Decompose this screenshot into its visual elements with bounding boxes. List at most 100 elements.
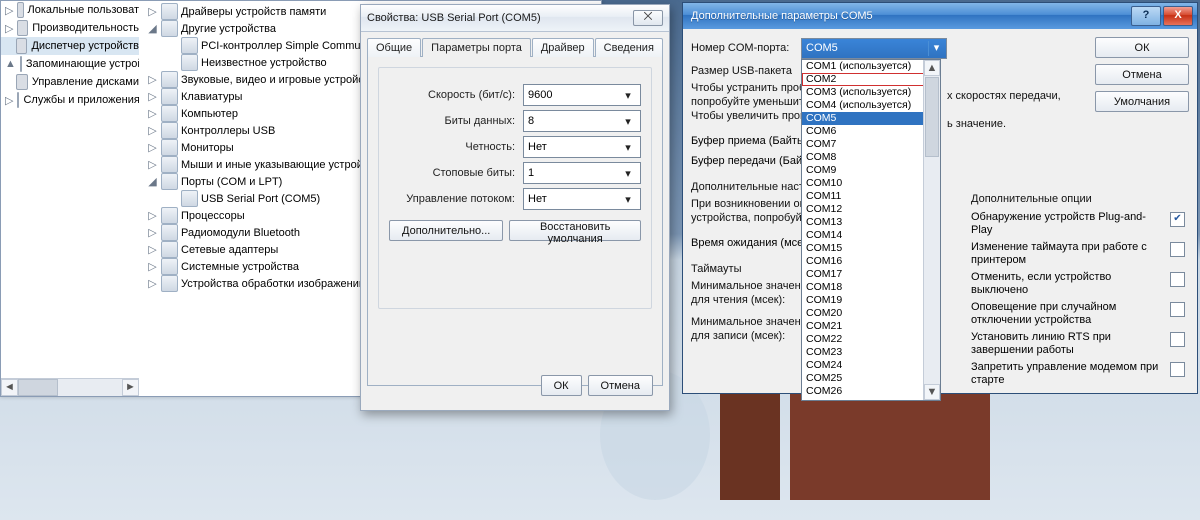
defaults-button[interactable]: Умолчания [1095,91,1189,112]
baud-combo[interactable]: 9600▾ [523,84,641,106]
scope-item[interactable]: Управление дисками [1,73,139,91]
com-option[interactable]: COM8 [802,151,940,164]
expand-icon[interactable]: ▷ [147,158,158,171]
com-option[interactable]: COM10 [802,177,940,190]
baud-label: Скорость (бит/с): [389,89,515,101]
scroll-left-icon[interactable]: ◄ [1,379,18,396]
device-icon [161,105,178,122]
com-port-dropdown[interactable]: COM1 (используется)COM2COM3 (используетс… [801,59,941,401]
com-option[interactable]: COM14 [802,229,940,242]
tree-label: Процессоры [181,210,245,222]
scope-item[interactable]: ▲Запоминающие устройс [1,55,139,73]
com-option[interactable]: COM9 [802,164,940,177]
scope-item[interactable]: Диспетчер устройств [1,37,139,55]
checkbox[interactable]: ✔ [1170,212,1185,227]
com-option[interactable]: COM4 (используется) [802,99,940,112]
cancel-button[interactable]: Отмена [588,375,653,396]
com-option[interactable]: COM19 [802,294,940,307]
expand-icon[interactable]: ▷ [147,141,158,154]
option-label: Запретить управление модемом при старте [971,361,1164,387]
scope-item[interactable]: ▷Службы и приложения [1,91,139,109]
ok-button[interactable]: ОК [541,375,582,396]
checkbox[interactable] [1170,362,1185,377]
expand-icon[interactable]: ▷ [147,5,158,18]
com-option[interactable]: COM23 [802,346,940,359]
expand-icon[interactable]: ▷ [147,124,158,137]
com-option[interactable]: COM3 (используется) [802,86,940,99]
checkbox[interactable] [1170,242,1185,257]
com-port-combo[interactable]: COM5▾ [801,38,947,59]
scroll-thumb[interactable] [925,77,939,157]
databits-combo[interactable]: 8▾ [523,110,641,132]
expand-icon[interactable]: ▷ [147,209,158,222]
extra-options-group: Дополнительные опции Обнаружение устройс… [971,193,1185,391]
scroll-right-icon[interactable]: ► [122,379,139,396]
cancel-button[interactable]: Отмена [1095,64,1189,85]
com-option[interactable]: COM24 [802,359,940,372]
tab-1[interactable]: Параметры порта [422,38,531,57]
com-option[interactable]: COM5 [802,112,940,125]
dropdown-scrollbar[interactable]: ▲ ▼ [923,60,940,400]
ok-button[interactable]: ОК [1095,37,1189,58]
com-option[interactable]: COM12 [802,203,940,216]
expand-icon[interactable]: ◢ [147,175,158,188]
restore-defaults-button[interactable]: Восстановить умолчания [509,220,641,241]
scroll-up-icon[interactable]: ▲ [924,60,940,76]
titlebar[interactable]: Дополнительные параметры COM5 ? X [683,3,1197,29]
extra-options-header: Дополнительные опции [971,193,1185,205]
com-option[interactable]: COM7 [802,138,940,151]
stopbits-combo[interactable]: 1▾ [523,162,641,184]
checkbox[interactable] [1170,272,1185,287]
expand-icon[interactable]: ◢ [147,22,158,35]
scope-item[interactable]: ▷Локальные пользоват [1,1,139,19]
parity-combo[interactable]: Нет▾ [523,136,641,158]
help-button[interactable]: ? [1131,6,1161,26]
com-option[interactable]: COM21 [802,320,940,333]
tab-2[interactable]: Драйвер [532,38,594,57]
com-option[interactable]: COM17 [802,268,940,281]
tree-label: Мониторы [181,142,234,154]
scroll-thumb[interactable] [18,379,58,396]
com-option[interactable]: COM13 [802,216,940,229]
device-icon [161,20,178,37]
expand-icon: ▲ [5,58,16,70]
com-option[interactable]: COM16 [802,255,940,268]
expand-icon[interactable]: ▷ [147,107,158,120]
com-option[interactable]: COM2 [802,73,940,86]
tab-0[interactable]: Общие [367,38,421,57]
expand-icon[interactable]: ▷ [147,243,158,256]
com-option[interactable]: COM11 [802,190,940,203]
expand-icon[interactable]: ▷ [147,260,158,273]
com-option[interactable]: COM20 [802,307,940,320]
com-option[interactable]: COM25 [802,372,940,385]
com-option[interactable]: COM27 [802,398,940,400]
expand-icon[interactable]: ▷ [147,277,158,290]
device-icon [161,139,178,156]
com-option[interactable]: COM26 [802,385,940,398]
com-option[interactable]: COM18 [802,281,940,294]
scroll-down-icon[interactable]: ▼ [924,384,940,400]
titlebar[interactable]: Свойства: USB Serial Port (COM5) ⨉ [361,5,669,32]
checkbox[interactable] [1170,332,1185,347]
com-option[interactable]: COM1 (используется) [802,60,940,73]
expand-icon[interactable]: ▷ [147,90,158,103]
chevron-down-icon: ▾ [620,193,636,206]
advanced-button[interactable]: Дополнительно... [389,220,503,241]
flow-combo[interactable]: Нет▾ [523,188,641,210]
dialog-title: Свойства: USB Serial Port (COM5) [367,12,627,24]
close-icon[interactable]: ⨉ [633,10,663,26]
expand-icon[interactable]: ▷ [147,226,158,239]
tab-3[interactable]: Сведения [595,38,663,57]
com-option[interactable]: COM22 [802,333,940,346]
close-button[interactable]: X [1163,6,1193,26]
scope-scrollbar[interactable]: ◄ ► [1,378,139,396]
expand-icon[interactable]: ▷ [147,73,158,86]
checkbox[interactable] [1170,302,1185,317]
com-option[interactable]: COM15 [802,242,940,255]
option-label: Изменение таймаута при работе с принтеро… [971,241,1164,267]
node-icon [17,2,23,18]
dialog-title: Дополнительные параметры COM5 [691,10,1129,22]
com-option[interactable]: COM6 [802,125,940,138]
tree-label: Драйверы устройств памяти [181,6,326,18]
scope-item[interactable]: ▷Производительность [1,19,139,37]
